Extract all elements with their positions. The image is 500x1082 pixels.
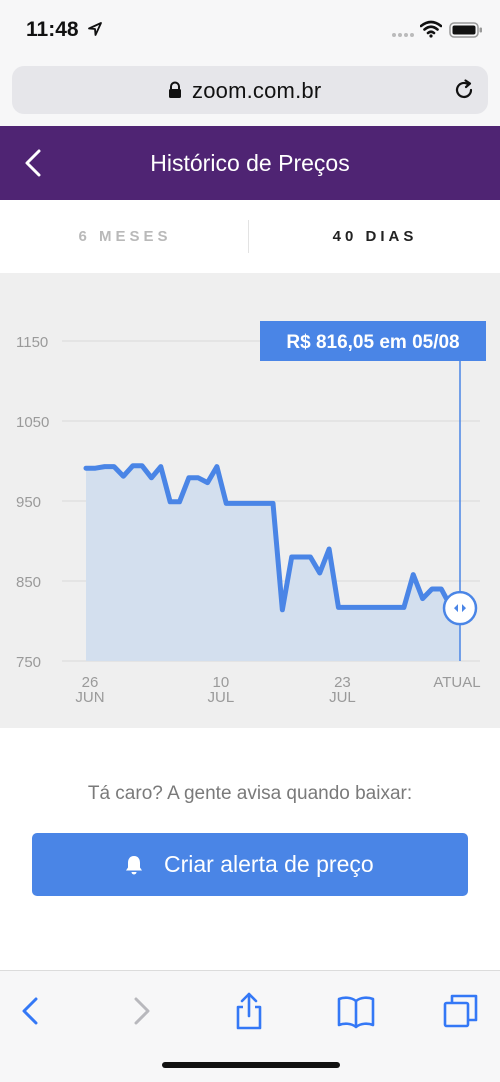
tab-divider — [248, 220, 249, 253]
y-tick-label: 1150 — [16, 334, 48, 351]
alert-prompt: Tá caro? A gente avisa quando baixar: — [87, 783, 413, 804]
browser-address-area: zoom.com.br — [0, 60, 500, 126]
signal-dots-icon — [392, 33, 414, 37]
tab-6-meses[interactable]: 6 MESES — [0, 200, 250, 273]
bookmarks-book-icon[interactable] — [336, 991, 376, 1031]
page-header: Histórico de Preços — [0, 126, 500, 200]
forward-arrow-icon[interactable] — [120, 991, 160, 1031]
current-price-marker — [442, 590, 478, 626]
price-area — [86, 465, 460, 661]
x-tick-month-label: JUL — [329, 689, 356, 706]
period-tabs: 6 MESES 40 DIAS — [0, 200, 500, 273]
x-tick-label: ATUAL — [433, 674, 480, 691]
status-bar: 11:48 — [0, 0, 500, 60]
location-arrow-icon — [88, 22, 102, 36]
chart-svg[interactable]: 7508509501050115026JUN10JUL23JULATUALR$ … — [0, 273, 500, 728]
y-tick-label: 850 — [16, 574, 41, 591]
bell-icon — [126, 856, 142, 875]
url-text: zoom.com.br — [192, 78, 322, 103]
tabs-icon[interactable] — [441, 991, 481, 1031]
lock-icon — [169, 81, 181, 98]
wifi-icon — [420, 20, 442, 38]
tooltip-label: R$ 816,05 em 05/08 — [286, 332, 459, 353]
status-time: 11:48 — [26, 18, 79, 41]
page-title: Histórico de Preços — [150, 150, 350, 176]
tab-40-dias[interactable]: 40 DIAS — [250, 200, 500, 273]
battery-icon — [449, 22, 482, 38]
address-bar[interactable]: zoom.com.br — [12, 66, 488, 114]
create-price-alert-label: Criar alerta de preço — [164, 851, 374, 877]
share-icon[interactable] — [229, 991, 269, 1031]
create-price-alert-button[interactable]: Criar alerta de preço — [32, 833, 468, 896]
x-tick-month-label: JUN — [75, 689, 104, 706]
y-tick-label: 950 — [16, 494, 41, 511]
reload-icon[interactable] — [452, 78, 476, 102]
x-tick-month-label: JUL — [208, 689, 235, 706]
y-tick-label: 750 — [16, 654, 41, 671]
home-indicator — [162, 1062, 340, 1068]
back-arrow-icon[interactable] — [12, 991, 52, 1031]
y-tick-label: 1050 — [16, 414, 49, 431]
price-history-chart: 750 850 950 1050 1150 26 JUN 10 JUL 23 JUL ATUAL R$ … — [0, 273, 500, 728]
